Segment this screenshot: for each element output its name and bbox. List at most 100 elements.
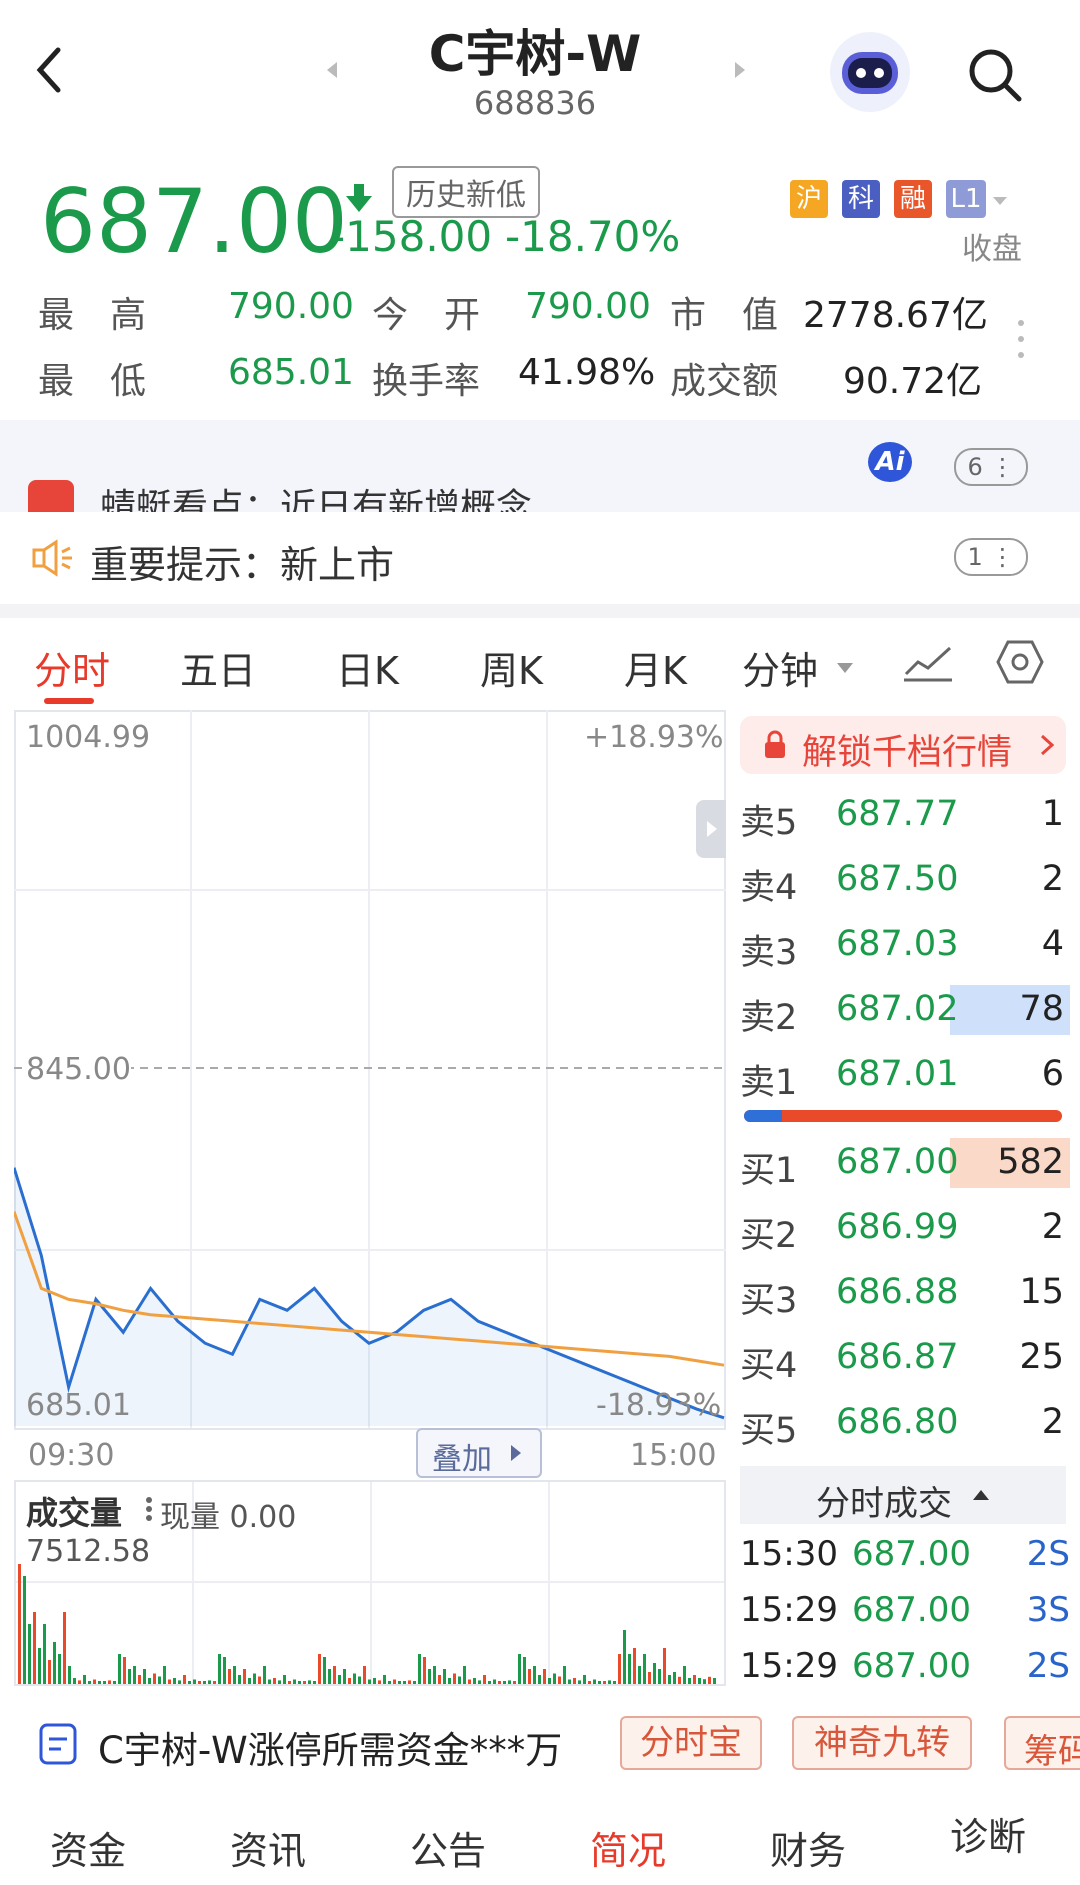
tab-announcements[interactable]: 公告 bbox=[410, 1820, 486, 1875]
volume-bar bbox=[658, 1669, 661, 1684]
bid-volume: 2 bbox=[1041, 1402, 1064, 1442]
robot-assistant-icon[interactable] bbox=[828, 30, 912, 114]
bid-row-2[interactable]: 买2 686.99 2 bbox=[740, 1199, 1070, 1259]
tab-news[interactable]: 资讯 bbox=[230, 1820, 306, 1875]
volume-bar bbox=[228, 1669, 231, 1684]
volume-bar bbox=[398, 1681, 401, 1684]
notice-count-badge[interactable]: 1 ⋮ bbox=[954, 538, 1028, 576]
indicator-icon[interactable] bbox=[902, 640, 954, 688]
volume-chart[interactable]: 成交量 现量 0.00 7512.58 bbox=[14, 1480, 726, 1686]
bid-label: 买5 bbox=[740, 1411, 798, 1451]
bid-row-3[interactable]: 买3 686.88 15 bbox=[740, 1264, 1070, 1324]
tick-trades-header[interactable]: 分时成交 bbox=[740, 1466, 1066, 1524]
bid-price: 686.80 bbox=[836, 1402, 959, 1442]
volume-bar bbox=[648, 1672, 651, 1684]
more-dots-icon[interactable] bbox=[1016, 318, 1026, 364]
volume-bar bbox=[473, 1678, 476, 1684]
tab-month-k[interactable]: 月K bbox=[624, 640, 687, 695]
volume-bar bbox=[263, 1666, 266, 1684]
volume-bar bbox=[78, 1680, 81, 1684]
btn-intraday-treasure[interactable]: 分时宝 bbox=[620, 1716, 762, 1770]
ask-row-1[interactable]: 卖1 687.01 6 bbox=[740, 1046, 1070, 1106]
stat-label-mktcap: 市 值 bbox=[670, 295, 779, 336]
level-dropdown-icon[interactable] bbox=[992, 192, 1008, 211]
notice-count: 1 bbox=[967, 543, 983, 571]
minute-dropdown-icon[interactable] bbox=[836, 660, 854, 679]
collapse-panel-handle[interactable] bbox=[696, 800, 726, 858]
volume-bar bbox=[533, 1666, 536, 1684]
ask-row-4[interactable]: 卖4 687.50 2 bbox=[740, 851, 1070, 911]
hint-banner[interactable]: Ai 6 ⋮ 蜻蜓看点：近日有新增概念 bbox=[0, 420, 1080, 512]
bid-ask-ratio-bar bbox=[744, 1110, 1062, 1122]
volume-bar bbox=[278, 1680, 281, 1684]
volume-bar bbox=[148, 1678, 151, 1684]
tab-intraday[interactable]: 分时 bbox=[34, 640, 110, 695]
ask-row-3[interactable]: 卖3 687.03 4 bbox=[740, 916, 1070, 976]
market-tag-level[interactable]: L1 bbox=[946, 180, 986, 218]
tab-five-day[interactable]: 五日 bbox=[180, 640, 256, 695]
volume-bar bbox=[328, 1669, 331, 1684]
settings-icon[interactable] bbox=[996, 640, 1044, 688]
bid-row-4[interactable]: 买4 686.87 25 bbox=[740, 1329, 1070, 1389]
tick-price: 687.00 bbox=[852, 1590, 971, 1630]
back-icon[interactable] bbox=[30, 40, 70, 100]
volume-bar bbox=[548, 1678, 551, 1684]
axis-top-price: 1004.99 bbox=[26, 720, 151, 755]
volume-bar bbox=[28, 1624, 31, 1684]
volume-bar bbox=[333, 1666, 336, 1684]
active-tab-underline bbox=[44, 698, 94, 704]
volume-bar bbox=[308, 1680, 311, 1684]
ask-volume: 1 bbox=[1041, 794, 1064, 834]
tick-price: 687.00 bbox=[852, 1534, 971, 1574]
volume-bar bbox=[408, 1680, 411, 1684]
tick-volume: 2S bbox=[1026, 1534, 1070, 1574]
unlock-level2-button[interactable]: 解锁千档行情 bbox=[740, 716, 1066, 774]
tab-finance[interactable]: 财务 bbox=[770, 1820, 846, 1875]
bottom-banner[interactable]: C宇树-W涨停所需资金***万 分时宝 神奇九转 筹码 bbox=[0, 1696, 1080, 1788]
tab-capital[interactable]: 资金 bbox=[50, 1820, 126, 1875]
volume-bar bbox=[243, 1669, 246, 1684]
overlay-button[interactable]: 叠加 bbox=[416, 1428, 542, 1478]
volume-bar bbox=[338, 1675, 341, 1684]
volume-bar bbox=[178, 1680, 181, 1684]
volume-bar bbox=[48, 1660, 51, 1684]
hint-count: 6 bbox=[967, 453, 983, 481]
volume-max: 7512.58 bbox=[26, 1534, 151, 1569]
overlay-button-label: 叠加 bbox=[432, 1442, 492, 1477]
volume-menu-icon[interactable] bbox=[144, 1496, 154, 1526]
btn-chips[interactable]: 筹码 bbox=[1004, 1716, 1080, 1770]
bid-row-5[interactable]: 买5 686.80 2 bbox=[740, 1394, 1070, 1454]
important-notice[interactable]: 重要提示：新上市 1 ⋮ bbox=[0, 512, 1080, 604]
ask-row-2[interactable]: 卖2 687.02 78 bbox=[740, 981, 1070, 1041]
ai-badge[interactable]: Ai bbox=[868, 442, 912, 482]
ask-label: 卖1 bbox=[740, 1063, 798, 1103]
volume-bar bbox=[38, 1648, 41, 1684]
tab-minute[interactable]: 分钟 bbox=[742, 640, 818, 695]
axis-top-pct: +18.93% bbox=[584, 720, 724, 755]
btn-magic-nine[interactable]: 神奇九转 bbox=[792, 1716, 972, 1770]
ask-row-5[interactable]: 卖5 687.77 1 bbox=[740, 786, 1070, 846]
tab-diagnosis[interactable]: 诊断 bbox=[950, 1806, 1026, 1861]
hint-count-badge[interactable]: 6 ⋮ bbox=[954, 448, 1028, 486]
search-icon[interactable] bbox=[965, 45, 1025, 105]
bid-price: 686.88 bbox=[836, 1272, 959, 1312]
volume-bar bbox=[63, 1612, 66, 1684]
volume-bar bbox=[373, 1678, 376, 1684]
tab-profile[interactable]: 简况 bbox=[590, 1820, 666, 1875]
volume-bar bbox=[293, 1679, 296, 1684]
next-stock-icon[interactable] bbox=[733, 60, 747, 84]
tab-day-k[interactable]: 日K bbox=[336, 640, 399, 695]
volume-bar bbox=[383, 1675, 386, 1684]
section-divider bbox=[0, 604, 1080, 618]
ask-label: 卖3 bbox=[740, 933, 798, 973]
volume-bar bbox=[483, 1675, 486, 1684]
axis-bottom-pct: -18.93% bbox=[596, 1388, 722, 1423]
tab-week-k[interactable]: 周K bbox=[480, 640, 543, 695]
prev-stock-icon[interactable] bbox=[325, 60, 339, 84]
volume-bar bbox=[108, 1680, 111, 1684]
volume-bar bbox=[418, 1654, 421, 1684]
volume-bar bbox=[708, 1676, 711, 1684]
bid-row-1[interactable]: 买1 687.00 582 bbox=[740, 1134, 1070, 1194]
price-chart[interactable]: 1004.99 +18.93% 845.00 685.01 -18.93% bbox=[12, 710, 726, 1430]
current-price: 687.00 bbox=[40, 170, 348, 273]
